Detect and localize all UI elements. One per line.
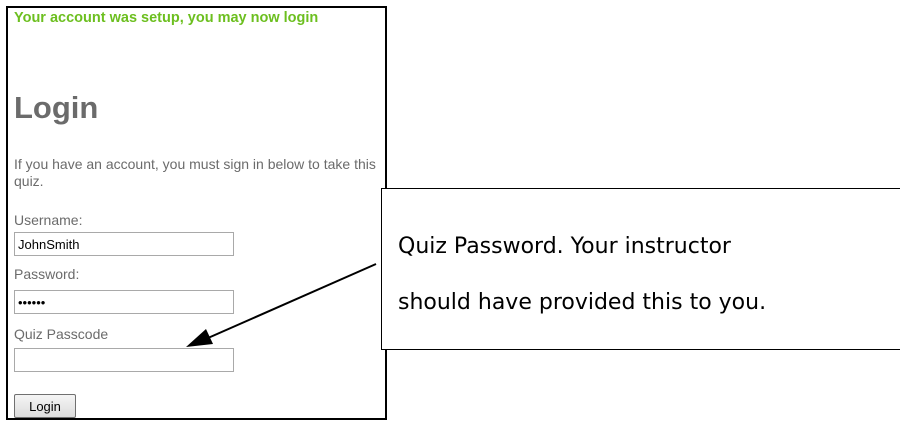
login-button[interactable]: Login — [14, 394, 76, 418]
password-field[interactable] — [14, 290, 234, 314]
callout-line-1: Quiz Password. Your instructor — [398, 234, 731, 259]
login-intro-text: If you have an account, you must sign in… — [14, 156, 376, 189]
username-field[interactable] — [14, 232, 234, 256]
username-label: Username: — [14, 212, 83, 228]
account-setup-success-message: Your account was setup, you may now logi… — [14, 10, 319, 26]
passcode-callout-box: Quiz Password. Your instructor should ha… — [381, 188, 900, 350]
password-label: Password: — [14, 266, 80, 282]
quiz-passcode-label: Quiz Passcode — [14, 326, 109, 342]
login-panel: Your account was setup, you may now logi… — [6, 6, 387, 420]
quiz-passcode-field[interactable] — [14, 348, 234, 372]
login-heading: Login — [14, 90, 99, 125]
callout-line-2: should have provided this to you. — [398, 290, 767, 315]
tutorial-screenshot: Your account was setup, you may now logi… — [0, 0, 900, 424]
